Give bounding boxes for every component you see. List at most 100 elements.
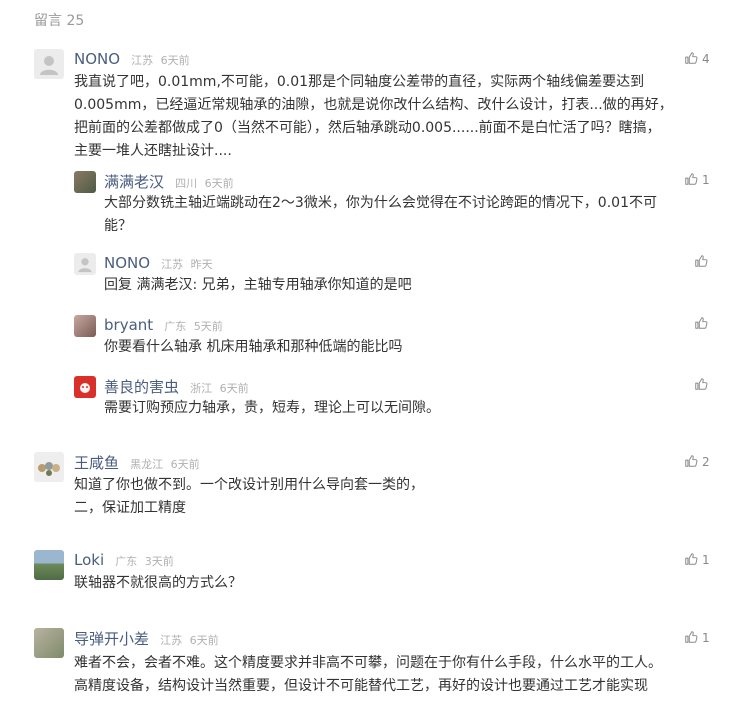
thumbs-up-icon bbox=[695, 255, 708, 267]
comment: 导弹开小差 江苏 6天前 难者不会，会者不难。这个精度要求并非高不可攀，问题在于… bbox=[34, 628, 714, 698]
commenter-name[interactable]: Loki bbox=[74, 551, 104, 569]
like-button[interactable]: 4 bbox=[684, 51, 710, 66]
thumbs-up-icon bbox=[685, 173, 698, 185]
reply-time: 6天前 bbox=[219, 382, 249, 395]
reply-region: 四川 bbox=[175, 177, 198, 190]
comment-line: 难者不会，会者不难。这个精度要求并非高不可攀，问题在于你有什么手段，什么水平的工… bbox=[74, 655, 662, 671]
like-button[interactable] bbox=[694, 377, 708, 392]
default-avatar[interactable] bbox=[74, 253, 96, 275]
reply-text: 你要看什么轴承 机床用轴承和那种低端的能比吗 bbox=[104, 336, 402, 359]
comment-region: 江苏 bbox=[131, 54, 154, 67]
comment-line: 二，保证加工精度 bbox=[74, 500, 186, 516]
reply-region: 江苏 bbox=[161, 258, 184, 271]
photo-avatar[interactable] bbox=[34, 628, 64, 658]
comment: 王咸鱼 黑龙江 6天前 知道了你也做不到。一个改设计别用什么导向套一类的， 二，… bbox=[34, 452, 714, 517]
comment-text: 难者不会，会者不难。这个精度要求并非高不可攀，问题在于你有什么手段，什么水平的工… bbox=[74, 652, 662, 698]
comments-header: 留言 25 bbox=[34, 10, 84, 30]
comment-text: 知道了你也做不到。一个改设计别用什么导向套一类的， 二，保证加工精度 bbox=[74, 474, 424, 520]
reply-time: 5天前 bbox=[193, 320, 223, 333]
reply: 满满老汉 四川 6天前 大部分数铣主轴近端跳动在2～3微米，你为什么会觉得在不讨… bbox=[74, 171, 714, 241]
comment-line: 把前面的公差都做成了0（当然不可能），然后轴承跳动0.005......前面不是… bbox=[74, 120, 661, 136]
reply-time: 6天前 bbox=[204, 177, 234, 190]
comment-header: 王咸鱼 黑龙江 6天前 bbox=[74, 452, 200, 473]
thumbs-up-icon bbox=[695, 317, 708, 329]
comment-meta: 江苏 6天前 bbox=[160, 634, 219, 647]
photo-avatar[interactable] bbox=[34, 452, 64, 482]
comment-header: NONO 江苏 6天前 bbox=[74, 49, 190, 68]
reply-text: 大部分数铣主轴近端跳动在2～3微米，你为什么会觉得在不讨论跨距的情况下，0.01… bbox=[104, 192, 657, 238]
comment-line: 知道了你也做不到。一个改设计别用什么导向套一类的， bbox=[74, 477, 424, 493]
reply-text: 回复 满满老汉: 兄弟，主轴专用轴承你知道的是吧 bbox=[104, 274, 412, 297]
reply-region: 浙江 bbox=[190, 382, 213, 395]
comment-region: 广东 bbox=[115, 555, 138, 568]
comment-meta: 江苏 6天前 bbox=[131, 54, 190, 67]
comments-count: 25 bbox=[66, 13, 85, 29]
like-button[interactable]: 2 bbox=[684, 454, 710, 469]
comment-time: 3天前 bbox=[144, 555, 174, 568]
reply-meta: 浙江 6天前 bbox=[190, 382, 249, 395]
comment-line: 高精度设备，结构设计当然重要，但设计不可能替代工艺，再好的设计也要通过工艺才能实… bbox=[74, 678, 648, 694]
comment-time: 6天前 bbox=[170, 458, 200, 471]
reply-line: 大部分数铣主轴近端跳动在2～3微米，你为什么会觉得在不讨论跨距的情况下，0.01… bbox=[104, 195, 657, 211]
reply-region: 广东 bbox=[164, 320, 187, 333]
reply-line: 回复 满满老汉: 兄弟，主轴专用轴承你知道的是吧 bbox=[104, 277, 412, 293]
thumbs-up-icon bbox=[685, 553, 698, 565]
reply-line: 你要看什么轴承 机床用轴承和那种低端的能比吗 bbox=[104, 339, 403, 355]
comment: NONO 江苏 6天前 我直说了吧，0.01mm,不可能，0.01那是个同轴度公… bbox=[34, 49, 714, 159]
like-button[interactable] bbox=[694, 254, 708, 269]
reply-time: 昨天 bbox=[190, 258, 213, 271]
reply-text: 需要订购预应力轴承，贵，短寿，理论上可以无间隙。 bbox=[104, 397, 440, 420]
reply-line: 需要订购预应力轴承，贵，短寿，理论上可以无间隙。 bbox=[104, 400, 440, 416]
photo-avatar[interactable] bbox=[34, 550, 64, 580]
reply-meta: 江苏 昨天 bbox=[161, 258, 213, 271]
comment-meta: 黑龙江 6天前 bbox=[130, 458, 200, 471]
like-button[interactable]: 1 bbox=[684, 630, 710, 645]
comment-header: Loki 广东 3天前 bbox=[74, 550, 174, 569]
comments-label: 留言 bbox=[34, 13, 62, 29]
replier-name[interactable]: NONO bbox=[104, 254, 150, 272]
commenter-name[interactable]: NONO bbox=[74, 50, 120, 68]
thumbs-up-icon bbox=[685, 455, 698, 467]
like-count: 1 bbox=[702, 553, 710, 567]
comment-time: 6天前 bbox=[160, 54, 190, 67]
comment-line: 联轴器不就很高的方式么？ bbox=[74, 575, 242, 591]
red-avatar[interactable] bbox=[74, 376, 96, 398]
commenter-name[interactable]: 导弹开小差 bbox=[74, 630, 149, 648]
reply-meta: 四川 6天前 bbox=[175, 177, 234, 190]
reply: bryant 广东 5天前 你要看什么轴承 机床用轴承和那种低端的能比吗 bbox=[74, 315, 714, 360]
thumbs-up-icon bbox=[695, 378, 708, 390]
comment-region: 江苏 bbox=[160, 634, 183, 647]
photo-avatar[interactable] bbox=[74, 171, 96, 193]
reply-meta: 广东 5天前 bbox=[164, 320, 223, 333]
reply: 善良的害虫 浙江 6天前 需要订购预应力轴承，贵，短寿，理论上可以无间隙。 bbox=[74, 376, 714, 421]
comment-header: 导弹开小差 江苏 6天前 bbox=[74, 628, 219, 649]
replier-name[interactable]: 满满老汉 bbox=[104, 173, 164, 191]
like-count: 1 bbox=[702, 631, 710, 645]
like-count: 1 bbox=[702, 173, 710, 187]
replier-name[interactable]: bryant bbox=[104, 316, 153, 334]
comment-meta: 广东 3天前 bbox=[115, 555, 174, 568]
photo-avatar[interactable] bbox=[74, 315, 96, 337]
default-avatar[interactable] bbox=[34, 49, 64, 79]
comment-line: 0.005mm，已经逼近常规轴承的油隙，也就是说你改什么结构、改什么设计，打表.… bbox=[74, 97, 673, 113]
reply-line: 能？ bbox=[104, 218, 132, 234]
like-button[interactable] bbox=[694, 316, 708, 331]
reply-header: NONO 江苏 昨天 bbox=[104, 253, 213, 272]
comment-text: 联轴器不就很高的方式么？ bbox=[74, 572, 242, 595]
replier-name[interactable]: 善良的害虫 bbox=[104, 378, 179, 396]
comment: Loki 广东 3天前 联轴器不就很高的方式么？ bbox=[34, 550, 714, 595]
like-count: 4 bbox=[702, 52, 710, 66]
comment-line: 我直说了吧，0.01mm,不可能，0.01那是个同轴度公差带的直径，实际两个轴线… bbox=[74, 74, 645, 90]
reply-header: 满满老汉 四川 6天前 bbox=[104, 171, 234, 192]
thumbs-up-icon bbox=[685, 52, 698, 64]
comment-region: 黑龙江 bbox=[130, 458, 164, 471]
like-button[interactable]: 1 bbox=[684, 172, 710, 187]
reply-header: 善良的害虫 浙江 6天前 bbox=[104, 376, 249, 397]
comment-time: 6天前 bbox=[189, 634, 219, 647]
like-button[interactable]: 1 bbox=[684, 552, 710, 567]
thumbs-up-icon bbox=[685, 631, 698, 643]
reply-header: bryant 广东 5天前 bbox=[104, 315, 223, 334]
reply: NONO 江苏 昨天 回复 满满老汉: 兄弟，主轴专用轴承你知道的是吧 bbox=[74, 253, 714, 298]
commenter-name[interactable]: 王咸鱼 bbox=[74, 454, 119, 472]
comment-line: 主要一堆人还瞎扯设计.... bbox=[74, 143, 232, 159]
